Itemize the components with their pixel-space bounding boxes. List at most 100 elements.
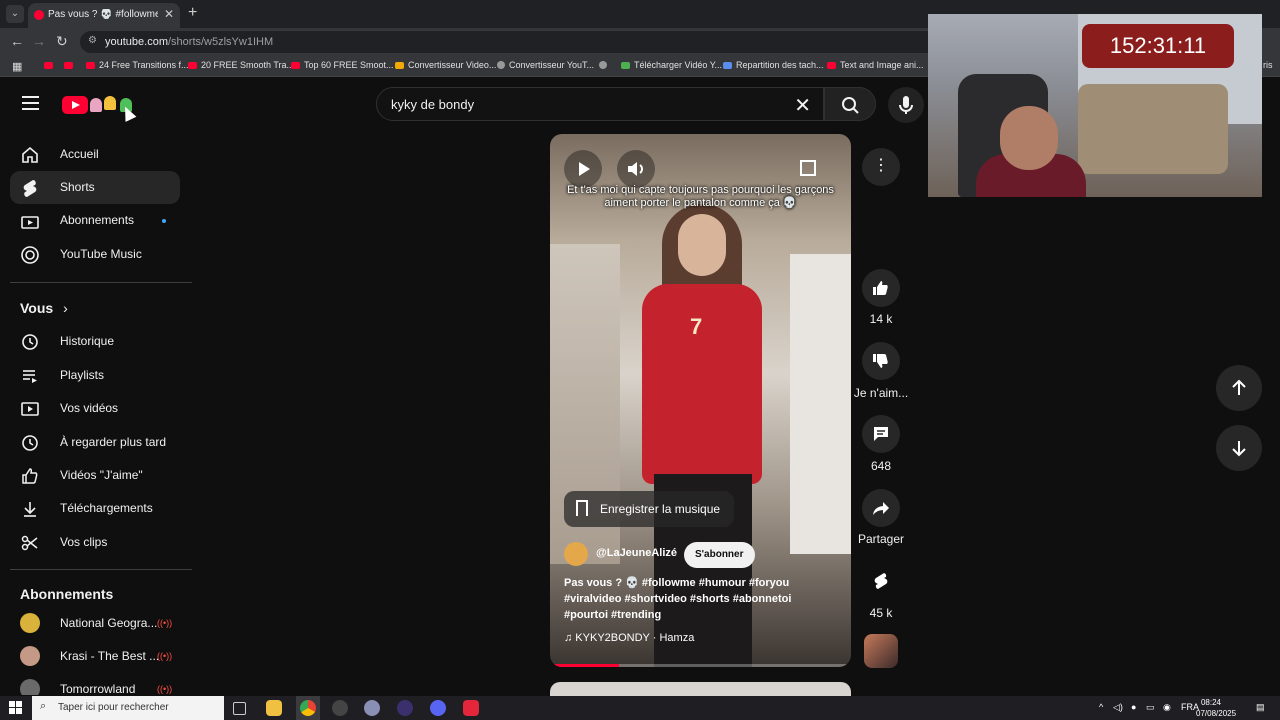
- bookmark[interactable]: Repartition des tach...: [723, 60, 824, 70]
- sidebar-item-downloads[interactable]: Téléchargements: [10, 492, 180, 525]
- save-music-label: Enregistrer la musique: [600, 502, 721, 516]
- search-query: kyky de bondy: [391, 97, 475, 112]
- section-you[interactable]: Vous ›: [20, 300, 68, 316]
- sidebar-item-playlists[interactable]: Playlists: [10, 359, 180, 392]
- bookmark[interactable]: Convertisseur YouT...: [497, 60, 594, 70]
- short-video-player[interactable]: 7 Et t'as moi qui capte toujours pas pou…: [550, 134, 851, 667]
- menu-icon[interactable]: [22, 96, 39, 110]
- task-view-icon[interactable]: [233, 702, 246, 715]
- clear-search-icon[interactable]: ✕: [794, 93, 811, 118]
- subscribe-button[interactable]: S'abonner: [684, 542, 755, 568]
- file-explorer-icon[interactable]: [266, 700, 282, 716]
- sidebar-item-youtube-music[interactable]: YouTube Music: [10, 238, 180, 271]
- sidebar-item-shorts[interactable]: Shorts: [10, 171, 180, 204]
- volume-button[interactable]: [617, 150, 655, 188]
- sidebar-item-label: À regarder plus tard: [60, 435, 167, 449]
- share-button[interactable]: [862, 489, 900, 527]
- microphone-icon[interactable]: ●: [1131, 702, 1136, 712]
- bookmarks-overflow[interactable]: ris: [1263, 60, 1273, 70]
- voice-search-button[interactable]: [888, 87, 924, 123]
- sound-thumbnail[interactable]: [864, 634, 898, 668]
- taskbar-chrome-active[interactable]: [296, 696, 320, 720]
- youtube-icon: [827, 62, 836, 69]
- reload-icon[interactable]: ↻: [56, 33, 68, 50]
- video-progress-bar[interactable]: [550, 664, 851, 667]
- history-icon: [22, 334, 38, 350]
- bookmark[interactable]: 20 FREE Smooth Tra...: [188, 60, 294, 70]
- site-info-icon[interactable]: ⚙: [88, 35, 97, 46]
- app-icon[interactable]: [364, 700, 380, 716]
- download-icon: [24, 502, 36, 517]
- forward-icon[interactable]: →: [32, 33, 46, 49]
- new-content-dot: [162, 219, 166, 223]
- next-short-button[interactable]: [1216, 425, 1262, 471]
- network-icon[interactable]: ▭: [1146, 702, 1155, 713]
- previous-short-button[interactable]: [1216, 365, 1262, 411]
- music-icon: [21, 246, 39, 264]
- app-icon[interactable]: [332, 700, 348, 716]
- url-path: /shorts/w5zlsYw1IHM: [167, 36, 274, 48]
- save-music-button[interactable]: Enregistrer la musique: [564, 491, 734, 527]
- taskbar-search-input[interactable]: ⌕ Taper ici pour rechercher: [32, 696, 224, 720]
- bookmark-youtube-1[interactable]: [44, 60, 57, 70]
- bookmark[interactable]: Text and Image ani...: [827, 60, 924, 70]
- video-subject: [678, 214, 726, 276]
- app-icon[interactable]: [463, 700, 479, 716]
- sidebar-item-label: Tomorrowland: [60, 682, 136, 695]
- remix-button[interactable]: [862, 562, 900, 600]
- more-options-button[interactable]: ⋮: [862, 148, 900, 186]
- clock[interactable]: 08:24 07/08/2025: [1196, 697, 1236, 719]
- browser-tab[interactable]: Pas vous ? 💀 #followme #h ✕: [28, 3, 180, 28]
- comments-button[interactable]: [862, 415, 900, 453]
- shirt-number: 7: [690, 314, 703, 339]
- bookmark[interactable]: Télécharger Vidéo Y...: [621, 60, 722, 70]
- sidebar-item-liked-videos[interactable]: Vidéos "J'aime": [10, 459, 180, 492]
- dislike-label: Je n'aim...: [853, 386, 909, 400]
- fullscreen-icon[interactable]: [800, 160, 816, 176]
- sidebar-item-subscription[interactable]: National Geogra... ((•)): [10, 607, 180, 640]
- bookmark[interactable]: 24 Free Transitions f...: [86, 60, 189, 70]
- sidebar-item-your-videos[interactable]: Vos vidéos: [10, 392, 180, 425]
- windows-start-icon[interactable]: [9, 701, 23, 715]
- sidebar-item-label: Téléchargements: [60, 501, 153, 515]
- back-icon[interactable]: ←: [10, 33, 24, 49]
- notifications-icon[interactable]: ▤: [1256, 702, 1265, 713]
- your-videos-icon: [21, 402, 39, 416]
- tab-close-icon[interactable]: ✕: [164, 7, 174, 21]
- sidebar-item-your-clips[interactable]: Vos clips: [10, 526, 180, 559]
- short-description[interactable]: Pas vous ? 💀 #followme #humour #foryou #…: [564, 575, 834, 623]
- bookmark[interactable]: Top 60 FREE Smoot...: [291, 60, 394, 70]
- youtube-logo[interactable]: [62, 96, 88, 114]
- globe-icon: [599, 61, 607, 69]
- sidebar-item-subscription[interactable]: Krasi - The Best ... ((•)): [10, 640, 180, 673]
- channel-name[interactable]: @LaJeuneAlizé: [596, 547, 677, 559]
- sidebar-item-home[interactable]: Accueil: [10, 138, 180, 171]
- dislike-button[interactable]: [862, 342, 900, 380]
- play-button[interactable]: [564, 150, 602, 188]
- sidebar-item-watch-later[interactable]: À regarder plus tard: [10, 426, 180, 459]
- search-button[interactable]: [824, 87, 876, 121]
- sidebar-item-label: National Geogra...: [60, 616, 158, 630]
- search-input[interactable]: kyky de bondy ✕: [376, 87, 824, 121]
- apps-grid-icon[interactable]: ▦: [12, 60, 22, 73]
- live-icon: ((•)): [157, 651, 173, 661]
- like-button[interactable]: [862, 269, 900, 307]
- url-host: youtube.com: [105, 36, 168, 48]
- bookmark[interactable]: [599, 60, 611, 70]
- sidebar-item-history[interactable]: Historique: [10, 325, 180, 358]
- bookmark[interactable]: Convertisseur Video...: [395, 60, 496, 70]
- webcam-icon[interactable]: ◉: [1163, 702, 1171, 713]
- channel-avatar[interactable]: [564, 542, 588, 566]
- bookmark-youtube-2[interactable]: [64, 60, 77, 70]
- chevron-up-icon[interactable]: ^: [1099, 702, 1103, 712]
- speaker-icon[interactable]: ◁): [1113, 702, 1123, 713]
- new-tab-button[interactable]: +: [188, 4, 197, 22]
- discord-icon[interactable]: [430, 700, 446, 716]
- sidebar-item-label: Playlists: [60, 368, 105, 382]
- sidebar-item-subscriptions[interactable]: Abonnements: [10, 204, 180, 237]
- sidebar-item-subscription[interactable]: Tomorrowland ((•)): [10, 673, 180, 695]
- music-credit[interactable]: ♫ KYKY2BONDY · Hamza: [564, 632, 694, 644]
- app-icon[interactable]: [397, 700, 413, 716]
- like-count: 14 k: [869, 312, 893, 326]
- tab-search-button[interactable]: ⌄: [6, 5, 24, 23]
